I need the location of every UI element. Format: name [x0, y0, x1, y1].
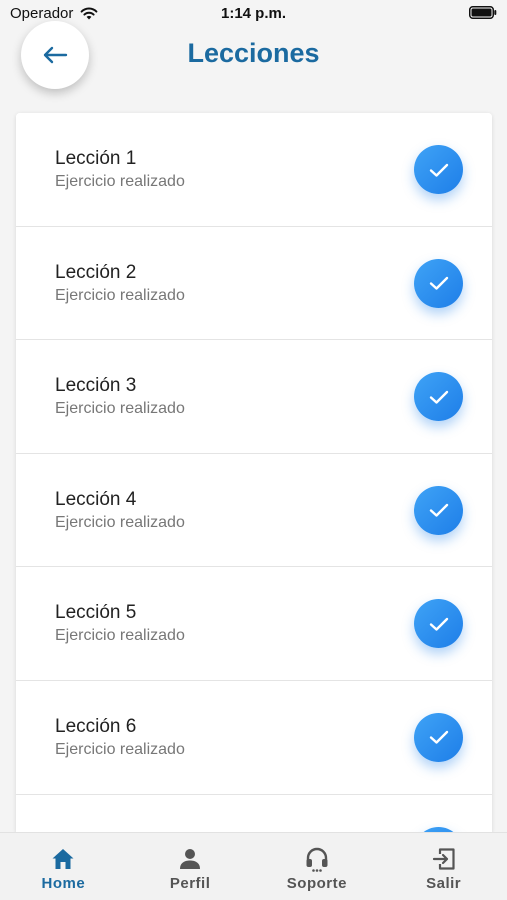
- lesson-title: Lección 5: [55, 602, 137, 624]
- lesson-status: Ejercicio realizado: [55, 400, 185, 418]
- nav-logout[interactable]: Salir: [380, 833, 507, 900]
- check-icon: [429, 276, 448, 290]
- completed-badge: [414, 485, 463, 535]
- lessons-screen: Operador 1:14 p.m. Lecciones Lección 1 E…: [0, 0, 507, 900]
- lesson-status: Ejercicio realizado: [55, 740, 185, 758]
- person-icon: [180, 849, 201, 869]
- headset-icon: [306, 847, 328, 872]
- page-title: Lecciones: [187, 38, 320, 68]
- check-icon: [429, 163, 448, 177]
- nav-logout-label: Salir: [426, 875, 462, 892]
- lesson-title: Lección 2: [55, 261, 137, 283]
- lessons-list[interactable]: Lección 1 Ejercicio realizado Lección 2 …: [16, 113, 492, 832]
- nav-home-label: Home: [41, 875, 86, 892]
- check-icon: [429, 617, 448, 631]
- lesson-status: Ejercicio realizado: [55, 286, 185, 304]
- logout-icon: [432, 848, 455, 870]
- bottom-nav: Home Perfil Soporte Salir: [0, 832, 507, 900]
- lesson-row-2[interactable]: Lección 2 Ejercicio realizado: [16, 226, 492, 341]
- completed-badge: [414, 258, 463, 308]
- lesson-row-1[interactable]: Lección 1 Ejercicio realizado: [16, 113, 492, 227]
- lesson-row-5[interactable]: Lección 5 Ejercicio realizado: [16, 567, 492, 681]
- nav-home[interactable]: Home: [0, 833, 127, 900]
- lesson-title: Lección 3: [55, 375, 137, 397]
- lesson-title: Lección 4: [55, 488, 137, 510]
- battery-icon: [469, 6, 497, 19]
- completed-badge: [414, 712, 463, 762]
- lesson-status: Ejercicio realizado: [55, 627, 185, 645]
- lesson-title: Lección 6: [55, 715, 137, 737]
- home-icon: [52, 849, 74, 869]
- status-bar: Operador 1:14 p.m.: [0, 0, 507, 28]
- lesson-status: Ejercicio realizado: [55, 173, 185, 190]
- lesson-row-3[interactable]: Lección 3 Ejercicio realizado: [16, 340, 492, 454]
- nav-support-label: Soporte: [286, 875, 347, 892]
- lesson-row-7[interactable]: [16, 794, 492, 832]
- completed-badge: [414, 145, 463, 194]
- lesson-row-4[interactable]: Lección 4 Ejercicio realizado: [16, 453, 492, 568]
- completed-badge: [414, 599, 463, 649]
- check-icon: [429, 731, 448, 745]
- completed-badge: [414, 372, 463, 422]
- lesson-status: Ejercicio realizado: [55, 513, 185, 531]
- check-icon: [429, 504, 448, 517]
- nav-support[interactable]: Soporte: [254, 833, 381, 900]
- lesson-title: Lección 1: [55, 148, 137, 169]
- check-icon: [429, 390, 448, 404]
- lesson-row-6[interactable]: Lección 6 Ejercicio realizado: [16, 680, 492, 795]
- nav-profile[interactable]: Perfil: [127, 833, 254, 900]
- status-time: 1:14 p.m.: [220, 5, 287, 22]
- nav-profile-label: Perfil: [169, 875, 211, 892]
